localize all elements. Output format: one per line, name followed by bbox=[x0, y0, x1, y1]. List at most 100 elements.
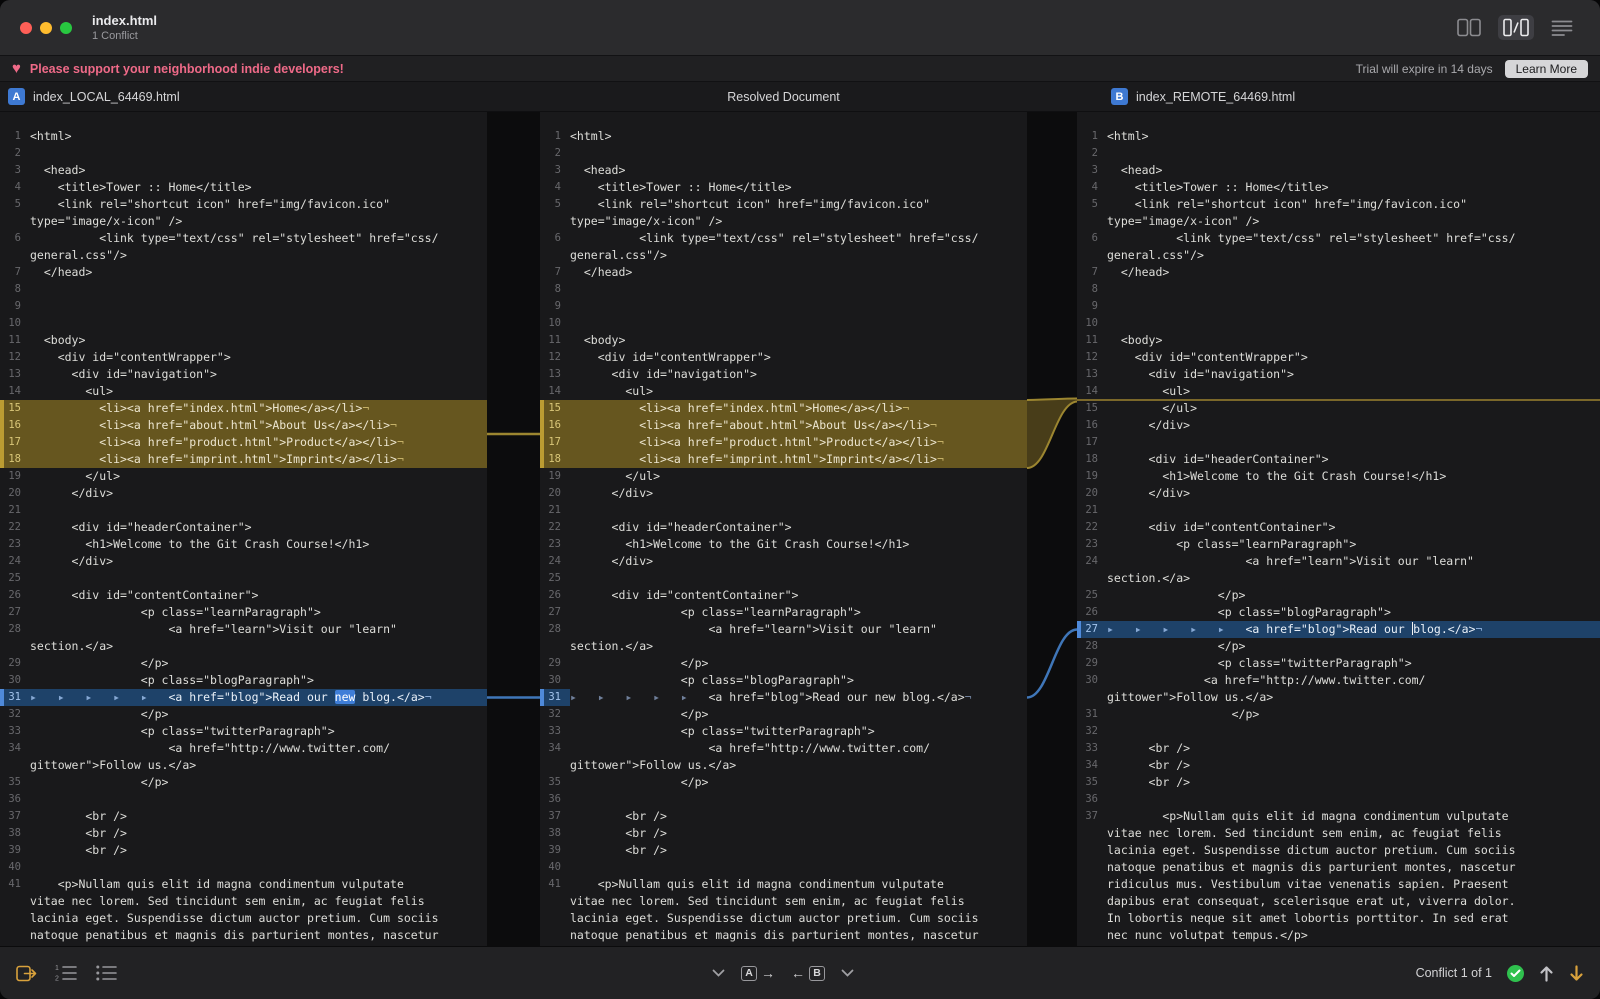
code-row[interactable]: 15 <li><a href="index.html">Home</a></li… bbox=[540, 400, 1027, 417]
code-row[interactable]: 1<html> bbox=[0, 128, 487, 145]
two-pane-view-icon[interactable] bbox=[1452, 15, 1486, 40]
code-row[interactable]: 21 bbox=[0, 502, 487, 519]
code-row[interactable]: 36 bbox=[540, 791, 1027, 808]
code-row[interactable]: general.css"/> bbox=[1077, 247, 1600, 264]
code-row[interactable]: 2 bbox=[1077, 145, 1600, 162]
code-row[interactable]: 14 <ul> bbox=[540, 383, 1027, 400]
code-row[interactable]: 5 <link rel="shortcut icon" href="img/fa… bbox=[1077, 196, 1600, 213]
code-row[interactable]: 32 </p> bbox=[0, 706, 487, 723]
code-row[interactable]: 13 <div id="navigation"> bbox=[540, 366, 1027, 383]
code-row[interactable]: type="image/x-icon" /> bbox=[0, 213, 487, 230]
code-row[interactable]: vitae nec lorem. Sed tincidunt sem enim,… bbox=[0, 893, 487, 910]
code-row[interactable]: 28 <a href="learn">Visit our "learn" bbox=[540, 621, 1027, 638]
close-window-button[interactable] bbox=[20, 22, 32, 34]
code-row[interactable]: 41 <p>Nullam quis elit id magna condimen… bbox=[540, 876, 1027, 893]
code-row[interactable]: In lobortis neque sit amet lobortis port… bbox=[1077, 910, 1600, 927]
code-row[interactable]: 2 bbox=[0, 145, 487, 162]
code-row[interactable]: 37 <br /> bbox=[0, 808, 487, 825]
code-row[interactable]: 38 <br /> bbox=[540, 825, 1027, 842]
code-row[interactable]: general.css"/> bbox=[540, 247, 1027, 264]
code-row[interactable]: 26 <p class="blogParagraph"> bbox=[1077, 604, 1600, 621]
minimize-window-button[interactable] bbox=[40, 22, 52, 34]
code-row[interactable]: 35 </p> bbox=[540, 774, 1027, 791]
code-row[interactable]: 24 </div> bbox=[0, 553, 487, 570]
code-row[interactable]: 5 <link rel="shortcut icon" href="img/fa… bbox=[0, 196, 487, 213]
code-row[interactable]: 37 <p>Nullam quis elit id magna condimen… bbox=[1077, 808, 1600, 825]
code-row[interactable]: 27▸ ▸ ▸ ▸ ▸ <a href="blog">Read our blog… bbox=[1077, 621, 1600, 638]
code-row[interactable]: 21 bbox=[1077, 502, 1600, 519]
code-row[interactable]: 20 </div> bbox=[1077, 485, 1600, 502]
code-row[interactable]: vitae nec lorem. Sed tincidunt sem enim,… bbox=[540, 893, 1027, 910]
code-row[interactable]: 31▸ ▸ ▸ ▸ ▸ <a href="blog">Read our new … bbox=[0, 689, 487, 706]
code-row[interactable]: 22 <div id="contentContainer"> bbox=[1077, 519, 1600, 536]
code-row[interactable]: 7 </head> bbox=[540, 264, 1027, 281]
code-row[interactable]: 9 bbox=[540, 298, 1027, 315]
code-row[interactable]: 20 </div> bbox=[0, 485, 487, 502]
code-row[interactable]: natoque penatibus et magnis dis parturie… bbox=[540, 927, 1027, 944]
code-row[interactable]: 10 bbox=[1077, 315, 1600, 332]
code-row[interactable]: 3 <head> bbox=[1077, 162, 1600, 179]
pane-local[interactable]: 1<html>23 <head>4 <title>Tower :: Home</… bbox=[0, 112, 487, 946]
code-row[interactable]: 18 <div id="headerContainer"> bbox=[1077, 451, 1600, 468]
code-row[interactable]: 30 <p class="blogParagraph"> bbox=[0, 672, 487, 689]
code-row[interactable]: natoque penatibus et magnis dis parturie… bbox=[1077, 859, 1600, 876]
code-row[interactable]: 7 </head> bbox=[0, 264, 487, 281]
code-row[interactable]: gittower">Follow us.</a> bbox=[1077, 689, 1600, 706]
code-row[interactable]: section.</a> bbox=[1077, 570, 1600, 587]
code-row[interactable]: 14 <ul> bbox=[1077, 383, 1600, 400]
code-row[interactable]: 6 <link type="text/css" rel="stylesheet"… bbox=[1077, 230, 1600, 247]
code-row[interactable]: 28 </p> bbox=[1077, 638, 1600, 655]
code-row[interactable]: 25 bbox=[540, 570, 1027, 587]
code-row[interactable]: 33 <p class="twitterParagraph"> bbox=[0, 723, 487, 740]
previous-conflict-button[interactable] bbox=[1539, 965, 1554, 982]
code-row[interactable]: 7 </head> bbox=[1077, 264, 1600, 281]
code-row[interactable]: 30 <a href="http://www.twitter.com/ bbox=[1077, 672, 1600, 689]
code-row[interactable]: 32 </p> bbox=[540, 706, 1027, 723]
code-row[interactable]: 13 <div id="navigation"> bbox=[0, 366, 487, 383]
code-row[interactable]: 11 <body> bbox=[540, 332, 1027, 349]
code-row[interactable]: 40 bbox=[540, 859, 1027, 876]
code-row[interactable]: 34 <a href="http://www.twitter.com/ bbox=[540, 740, 1027, 757]
code-row[interactable]: 34 <a href="http://www.twitter.com/ bbox=[0, 740, 487, 757]
code-row[interactable]: 17 <li><a href="product.html">Product</a… bbox=[540, 434, 1027, 451]
code-row[interactable]: 16 </div> bbox=[1077, 417, 1600, 434]
code-row[interactable]: lacinia eget. Suspendisse dictum auctor … bbox=[0, 910, 487, 927]
code-row[interactable]: 23 <p class="learnParagraph"> bbox=[1077, 536, 1600, 553]
code-row[interactable]: 34 <br /> bbox=[1077, 757, 1600, 774]
code-row[interactable]: 9 bbox=[0, 298, 487, 315]
code-row[interactable]: type="image/x-icon" /> bbox=[540, 213, 1027, 230]
code-row[interactable]: ridiculus mus. Vestibulum vitae venenati… bbox=[1077, 876, 1600, 893]
code-row[interactable]: 14 <ul> bbox=[0, 383, 487, 400]
code-row[interactable]: type="image/x-icon" /> bbox=[1077, 213, 1600, 230]
chevron-down-icon[interactable] bbox=[712, 969, 725, 977]
code-row[interactable]: 17 <li><a href="product.html">Product</a… bbox=[0, 434, 487, 451]
code-row[interactable]: natoque penatibus et magnis dis parturie… bbox=[0, 927, 487, 944]
code-row[interactable]: 31 </p> bbox=[1077, 706, 1600, 723]
code-row[interactable]: 10 bbox=[0, 315, 487, 332]
code-row[interactable]: 8 bbox=[1077, 281, 1600, 298]
code-row[interactable]: 25 bbox=[0, 570, 487, 587]
code-row[interactable]: 40 bbox=[0, 859, 487, 876]
changeset-icon[interactable] bbox=[16, 965, 37, 982]
code-row[interactable]: nec nunc volutpat tempus.</p> bbox=[1077, 927, 1600, 944]
code-row[interactable]: 36 bbox=[1077, 791, 1600, 808]
code-row[interactable]: 4 <title>Tower :: Home</title> bbox=[0, 179, 487, 196]
code-row[interactable]: 27 <p class="learnParagraph"> bbox=[0, 604, 487, 621]
learn-more-button[interactable]: Learn More bbox=[1505, 60, 1588, 78]
code-row[interactable]: 9 bbox=[1077, 298, 1600, 315]
code-row[interactable]: 16 <li><a href="about.html">About Us</a>… bbox=[540, 417, 1027, 434]
code-row[interactable]: 29 <p class="twitterParagraph"> bbox=[1077, 655, 1600, 672]
code-row[interactable]: 39 <br /> bbox=[0, 842, 487, 859]
code-row[interactable]: 13 <div id="navigation"> bbox=[1077, 366, 1600, 383]
line-numbers-icon[interactable]: 1 2 bbox=[55, 965, 77, 981]
code-row[interactable]: 15 <li><a href="index.html">Home</a></li… bbox=[0, 400, 487, 417]
code-row[interactable]: 39 <br /> bbox=[540, 842, 1027, 859]
code-row[interactable]: 21 bbox=[540, 502, 1027, 519]
merge-view-icon[interactable] bbox=[1498, 15, 1534, 40]
take-b-button[interactable]: ← B bbox=[791, 966, 825, 981]
code-row[interactable]: general.css"/> bbox=[0, 247, 487, 264]
code-row[interactable]: 20 </div> bbox=[540, 485, 1027, 502]
code-row[interactable]: 32 bbox=[1077, 723, 1600, 740]
code-row[interactable]: 16 <li><a href="about.html">About Us</a>… bbox=[0, 417, 487, 434]
code-row[interactable]: 2 bbox=[540, 145, 1027, 162]
